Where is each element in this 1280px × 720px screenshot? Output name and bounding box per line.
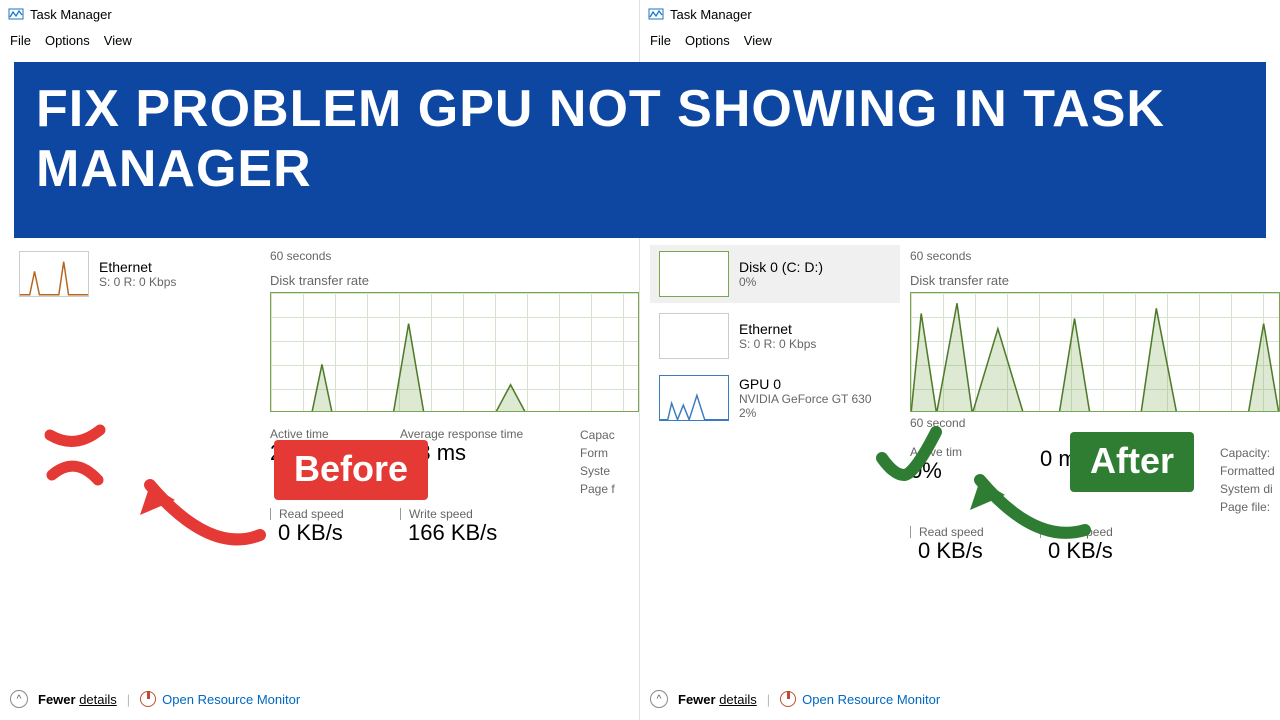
headline-banner: FIX PROBLEM GPU NOT SHOWING IN TASK MANA…	[14, 62, 1266, 238]
chevron-up-icon[interactable]: ^	[10, 690, 28, 708]
taskmgr-icon	[8, 6, 24, 22]
check-icon	[874, 420, 944, 490]
open-resource-monitor-link[interactable]: Open Resource Monitor	[140, 691, 300, 707]
metric-write-speed: Write speed 166 KB/s	[400, 508, 580, 546]
fewer-details-link[interactable]: Fewer details	[678, 692, 757, 707]
menu-options[interactable]: Options	[45, 33, 90, 48]
titlebar: Task Manager	[0, 0, 639, 28]
window-title: Task Manager	[670, 7, 752, 22]
menu-file[interactable]: File	[650, 33, 671, 48]
perf-sidebar: Ethernet S: 0 R: 0 Kbps	[10, 245, 260, 307]
sidebar-item-ethernet[interactable]: Ethernet S: 0 R: 0 Kbps	[650, 307, 900, 365]
disk-transfer-title: Disk transfer rate	[910, 273, 1280, 288]
ethernet-thumb	[659, 313, 729, 359]
sidebar-item-disk[interactable]: Disk 0 (C: D:) 0%	[650, 245, 900, 303]
gpu-model: NVIDIA GeForce GT 630	[739, 392, 872, 406]
ethernet-thumb	[19, 251, 89, 297]
separator: |	[767, 692, 770, 707]
gpu-label: GPU 0	[739, 376, 872, 392]
disk-info-list: Capacity: Formatted System di Page file:	[1220, 446, 1280, 514]
ethernet-value: S: 0 R: 0 Kbps	[739, 337, 816, 351]
window-title: Task Manager	[30, 7, 112, 22]
menubar: File Options View	[0, 28, 639, 52]
gpu-thumb	[659, 375, 729, 421]
disk-transfer-chart	[270, 292, 639, 412]
footer: ^ Fewer details | Open Resource Monitor	[0, 684, 639, 714]
ethernet-label: Ethernet	[739, 321, 816, 337]
resource-monitor-icon	[780, 691, 796, 707]
sidebar-item-gpu[interactable]: GPU 0 NVIDIA GeForce GT 630 2%	[650, 369, 900, 427]
taskmgr-icon	[648, 6, 664, 22]
arrow-after-icon	[950, 440, 1100, 550]
sidebar-item-ethernet[interactable]: Ethernet S: 0 R: 0 Kbps	[10, 245, 260, 303]
fewer-details-link[interactable]: Fewer details	[38, 692, 117, 707]
footer: ^ Fewer details | Open Resource Monitor	[640, 684, 1280, 714]
axis-60s: 60 seconds	[270, 249, 639, 263]
axis-60s: 60 seconds	[910, 249, 1280, 263]
perf-detail-pane: 60 seconds Disk transfer rate Active tim…	[270, 245, 639, 546]
open-resource-monitor-link[interactable]: Open Resource Monitor	[780, 691, 940, 707]
axis-60s-2: 60 second	[910, 416, 1280, 430]
ethernet-label: Ethernet	[99, 259, 176, 275]
disk-label: Disk 0 (C: D:)	[739, 259, 823, 275]
ethernet-value: S: 0 R: 0 Kbps	[99, 275, 176, 289]
separator: |	[127, 692, 130, 707]
gpu-value: 2%	[739, 406, 872, 420]
titlebar: Task Manager	[640, 0, 1280, 28]
menu-view[interactable]: View	[744, 33, 772, 48]
menubar: File Options View	[640, 28, 1280, 52]
arrow-before-icon	[120, 445, 270, 555]
cross-icon	[40, 420, 110, 490]
menu-options[interactable]: Options	[685, 33, 730, 48]
metric-read-speed: Read speed 0 KB/s	[270, 508, 400, 546]
disk-transfer-chart	[910, 292, 1280, 412]
disk-thumb	[659, 251, 729, 297]
disk-value: 0%	[739, 275, 823, 289]
menu-view[interactable]: View	[104, 33, 132, 48]
disk-transfer-title: Disk transfer rate	[270, 273, 639, 288]
perf-sidebar: Disk 0 (C: D:) 0% Ethernet S: 0 R: 0 Kbp…	[650, 245, 900, 431]
resource-monitor-icon	[140, 691, 156, 707]
chevron-up-icon[interactable]: ^	[650, 690, 668, 708]
tag-before: Before	[274, 440, 428, 500]
menu-file[interactable]: File	[10, 33, 31, 48]
